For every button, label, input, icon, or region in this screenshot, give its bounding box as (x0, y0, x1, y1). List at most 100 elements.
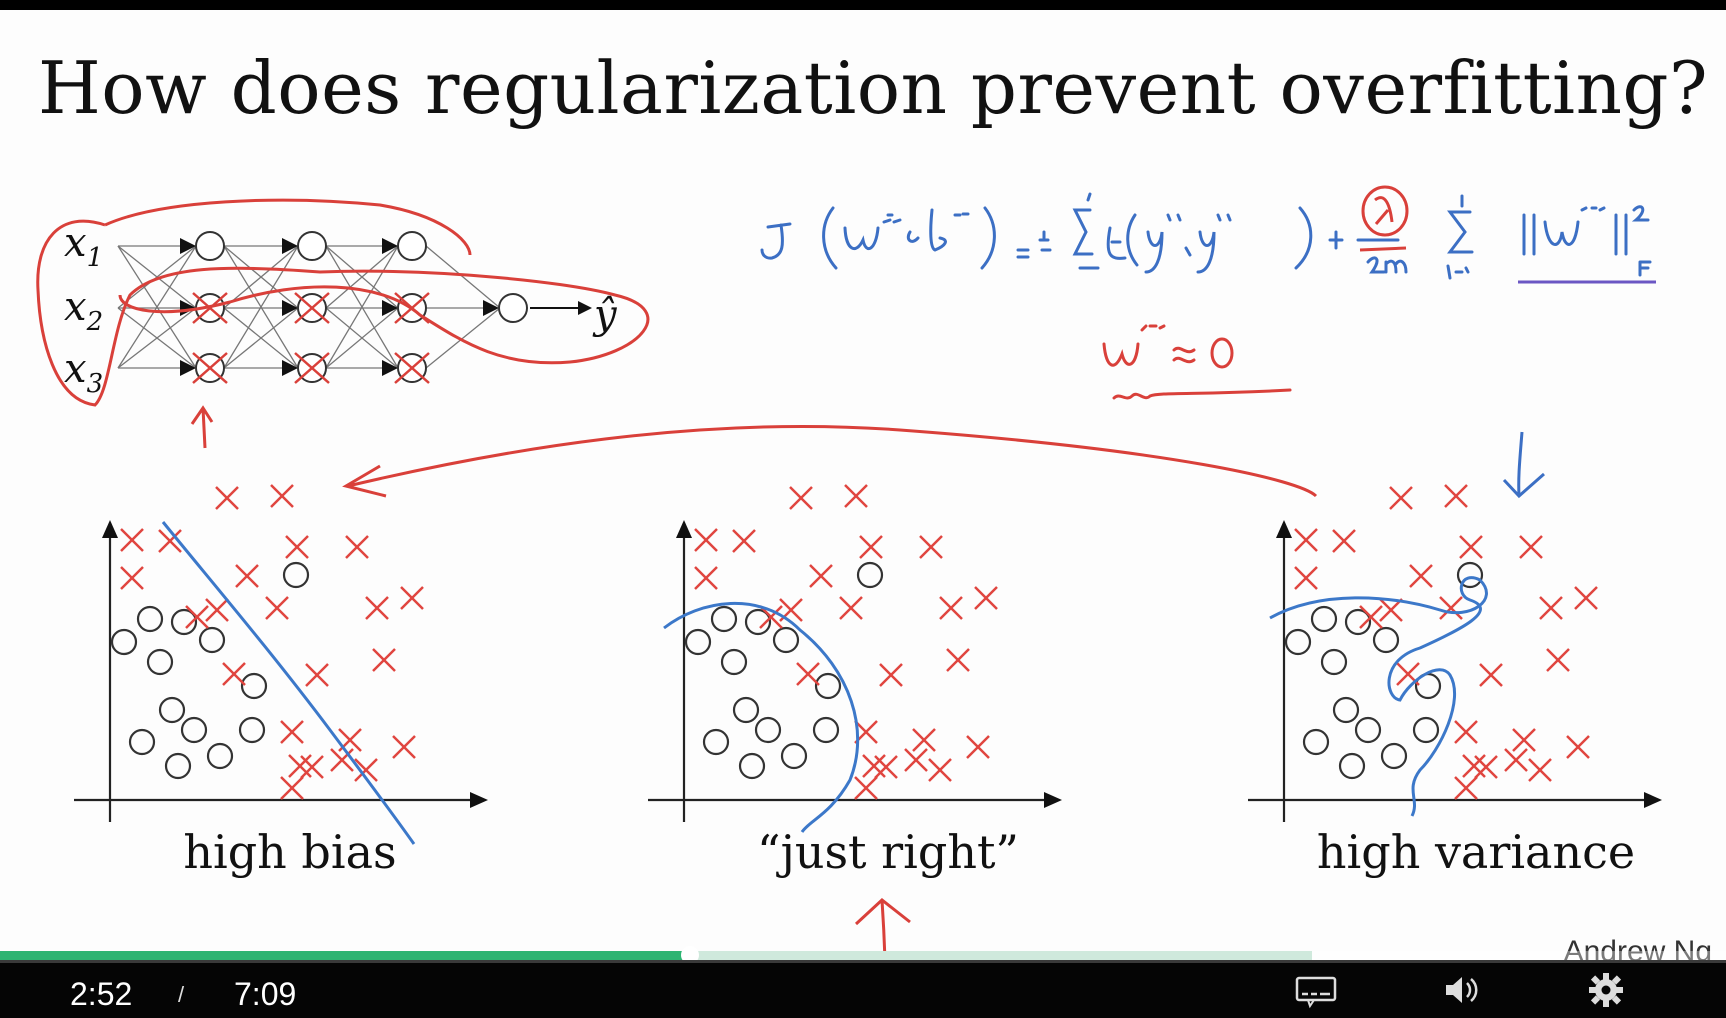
circle-mark (1302, 728, 1330, 756)
cross-mark (235, 564, 259, 588)
cross-mark (270, 484, 294, 508)
cross-mark (215, 486, 239, 510)
cross-mark (1504, 748, 1528, 772)
cross-mark (854, 776, 878, 800)
circle-mark (856, 561, 884, 589)
network-arrowhead (282, 300, 298, 316)
network-arrowhead (282, 360, 298, 376)
cross-mark (285, 535, 309, 559)
cross-mark (1359, 605, 1383, 629)
volume-icon[interactable] (1438, 968, 1486, 1012)
circle-mark (1380, 742, 1408, 770)
cross-mark (1294, 528, 1318, 552)
cross-mark (879, 663, 903, 687)
cross-mark (1332, 529, 1356, 553)
video-player[interactable]: How does regularization prevent overfitt… (0, 0, 1726, 1018)
cross-mark (1444, 484, 1468, 508)
circle-mark (1284, 628, 1312, 656)
circle-mark (684, 628, 712, 656)
circle-mark (754, 716, 782, 744)
caption-just-right: “just right” (757, 825, 1019, 879)
cross-mark (796, 662, 820, 686)
red-arrow-variance-to-bias (342, 424, 1318, 498)
cross-mark (372, 648, 396, 672)
cross-mark (1539, 596, 1563, 620)
circle-mark (1354, 716, 1382, 744)
slide-drawing: x1 x2 x3 ŷ (36, 185, 1662, 961)
cross-mark (859, 535, 883, 559)
cross-mark (1479, 663, 1503, 687)
circle-mark (1310, 605, 1338, 633)
decision-boundary (161, 521, 416, 845)
caption-high-variance: high variance (1316, 825, 1636, 879)
circle-mark (238, 716, 266, 744)
cross-mark (939, 596, 963, 620)
cross-mark (1454, 776, 1478, 800)
plot-y-arrowhead (102, 520, 118, 538)
time-separator: / (178, 982, 185, 1007)
output-node (498, 293, 528, 323)
circle-mark (720, 648, 748, 676)
cross-mark (862, 754, 886, 778)
plot-y-arrowhead (1276, 520, 1292, 538)
circle-mark (240, 672, 268, 700)
cross-mark (732, 529, 756, 553)
blue-down-arrow (1502, 431, 1545, 499)
circle-mark (738, 752, 766, 780)
progress-bar[interactable] (0, 946, 1726, 964)
cross-mark (1462, 754, 1486, 778)
circle-mark (710, 605, 738, 633)
cross-mark (874, 755, 898, 779)
cross-mark (912, 728, 936, 752)
plot-x-arrowhead (1644, 792, 1662, 808)
circle-mark (1332, 696, 1360, 724)
cross-mark (185, 605, 209, 629)
duration: 7:09 (234, 976, 297, 1012)
network-arrowhead (382, 300, 398, 316)
cross-mark (789, 486, 813, 510)
circle-mark (1372, 626, 1400, 654)
cross-mark (1389, 486, 1413, 510)
input-x1-label: x1 (64, 220, 103, 273)
cross-mark (946, 648, 970, 672)
circle-mark (198, 626, 226, 654)
network-red-outline (36, 219, 650, 407)
network-arrowhead (282, 238, 298, 254)
current-time: 2:52 (70, 976, 133, 1012)
cross-mark (904, 748, 928, 772)
captions-icon[interactable] (1292, 968, 1340, 1012)
cross-mark (844, 484, 868, 508)
cross-mark (1409, 564, 1433, 588)
cross-mark (120, 528, 144, 552)
circle-mark (702, 728, 730, 756)
circle-mark (110, 628, 138, 656)
cross-mark (1454, 720, 1478, 744)
circle-mark (146, 648, 174, 676)
circle-mark (1320, 648, 1348, 676)
settings-gear-icon[interactable] (1582, 968, 1630, 1012)
network-node (397, 231, 427, 261)
cross-mark (809, 564, 833, 588)
cross-mark (1519, 535, 1543, 559)
cross-mark (928, 758, 952, 782)
output-arrowhead (578, 301, 592, 315)
cross-mark (392, 735, 416, 759)
plot-y-arrowhead (676, 520, 692, 538)
circle-mark (164, 752, 192, 780)
network-arrowhead (382, 238, 398, 254)
circle-mark (812, 716, 840, 744)
circle-mark (1412, 716, 1440, 744)
network-edge (425, 307, 501, 369)
cross-mark (694, 566, 718, 590)
plot-high-variance (1248, 484, 1662, 822)
cross-mark (1574, 586, 1598, 610)
circle-mark (814, 672, 842, 700)
cross-mark (919, 535, 943, 559)
cross-mark (345, 535, 369, 559)
circle-mark (206, 742, 234, 770)
cross-mark (966, 735, 990, 759)
cross-mark (280, 720, 304, 744)
circle-mark (732, 696, 760, 724)
network-node (195, 231, 225, 261)
output-yhat-label: ŷ (592, 292, 618, 338)
